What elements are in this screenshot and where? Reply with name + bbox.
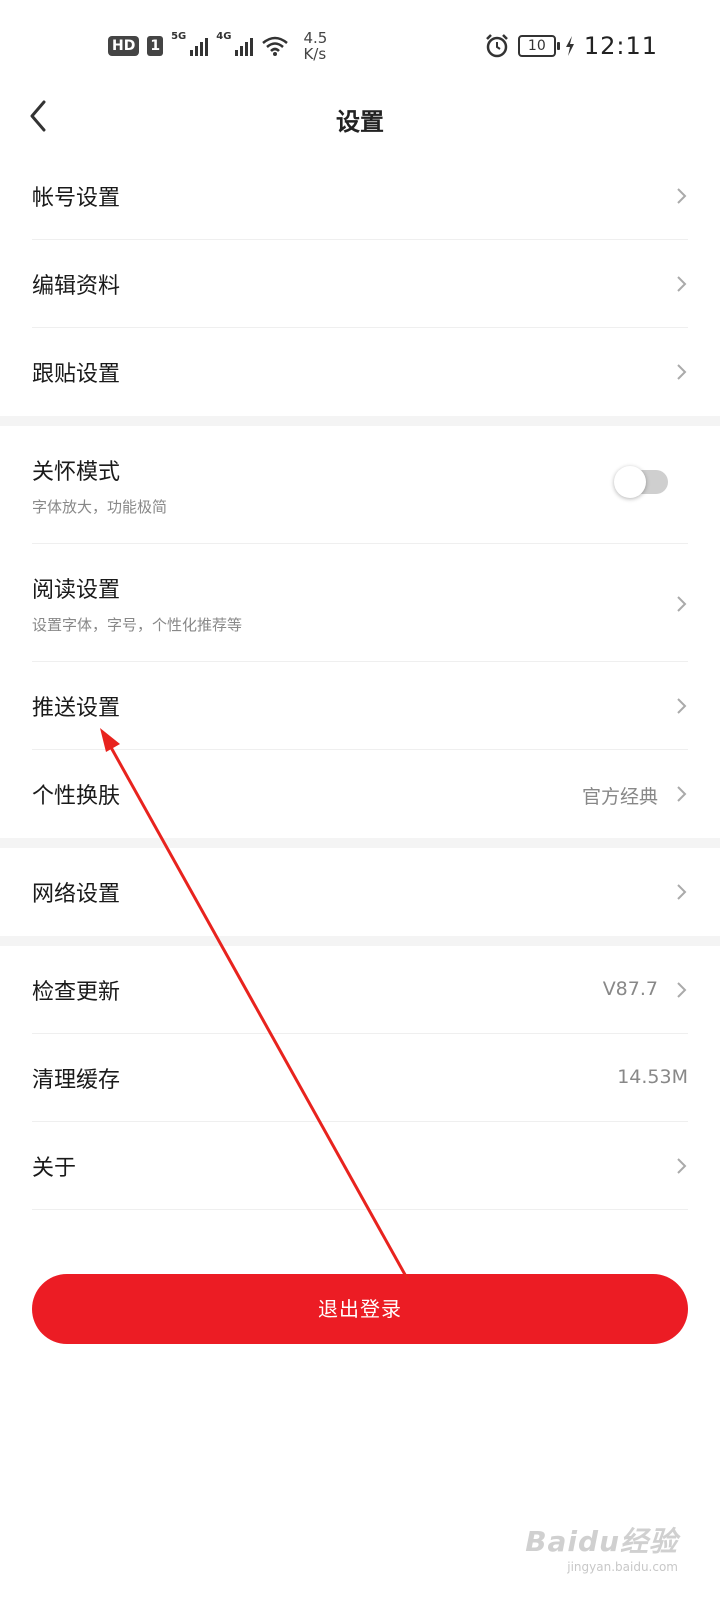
chevron-right-icon [677,884,687,900]
watermark: Baidu经验 jingyan.baidu.com [525,1520,678,1574]
setting-row-label: 清理缓存 [32,1068,121,1093]
cache-size-value: 14.53M [617,1066,688,1088]
setting-row-label: 网络设置 [32,882,121,907]
setting-row-check-update[interactable]: 检查更新 V87.7 [32,946,688,1034]
alarm-icon [485,34,508,58]
clock-time: 12:11 [583,32,658,60]
signal-icon [190,36,209,56]
chevron-right-icon [677,698,687,714]
chevron-right-icon [677,276,687,292]
setting-row-label: 个性换肤 [32,784,121,809]
care-mode-toggle[interactable] [614,466,668,498]
setting-row-subtitle: 设置字体，字号，个性化推荐等 [32,616,243,634]
nav-bar: 设置 [0,90,720,150]
status-bar-right: 10 12:11 [484,30,658,62]
chevron-right-icon [677,364,687,380]
setting-row-label: 跟贴设置 [32,362,121,387]
setting-row-comment[interactable]: 跟贴设置 [32,328,688,416]
setting-row-label: 阅读设置 [32,578,121,603]
setting-row-care-mode: 关怀模式 字体放大，功能极简 [32,426,688,544]
setting-row-value: 官方经典 [581,786,658,808]
setting-row-label: 推送设置 [32,696,121,721]
setting-row-network[interactable]: 网络设置 [32,848,688,936]
setting-row-edit-profile[interactable]: 编辑资料 [32,240,688,328]
logout-button[interactable]: 退出登录 [32,1274,688,1344]
page-title: 设置 [336,108,384,136]
battery-icon: 10 [517,35,560,57]
setting-row-label: 关于 [32,1156,77,1181]
charging-icon [565,36,574,56]
wifi-icon [262,36,289,56]
setting-row-label: 帐号设置 [32,186,121,211]
settings-group-account: 帐号设置 编辑资料 跟贴设置 [0,152,720,416]
network-type-4g: 4G [216,30,232,42]
status-bar-left: HD 1 5G 4G 4.5 K/s [108,26,327,66]
settings-group-network: 网络设置 [0,848,720,936]
chevron-right-icon [677,982,687,998]
setting-row-subtitle: 字体放大，功能极简 [32,498,168,516]
app-version-value: V87.7 [602,978,658,1000]
speed-unit: K/s [303,45,327,63]
chevron-right-icon [677,1158,687,1174]
setting-row-clear-cache[interactable]: 清理缓存 14.53M [32,1034,688,1122]
hd-voice-badge: HD [108,36,140,56]
setting-row-push[interactable]: 推送设置 [32,662,688,750]
section-divider [0,416,720,426]
chevron-right-icon [677,786,687,802]
watermark-url: jingyan.baidu.com [567,1560,678,1574]
network-type-5g: 5G [171,30,187,42]
status-bar: HD 1 5G 4G 4.5 K/s 10 12:11 [0,0,720,90]
section-divider [0,936,720,946]
setting-row-reading[interactable]: 阅读设置 设置字体，字号，个性化推荐等 [32,544,688,662]
section-divider [0,838,720,848]
setting-row-skin[interactable]: 个性换肤 官方经典 [32,750,688,838]
setting-row-account[interactable]: 帐号设置 [32,152,688,240]
setting-row-about[interactable]: 关于 [32,1122,688,1210]
toggle-knob [614,466,646,498]
setting-row-label: 检查更新 [32,980,121,1005]
setting-row-label: 关怀模式 [32,460,121,485]
settings-group-display: 关怀模式 字体放大，功能极简 阅读设置 设置字体，字号，个性化推荐等 推送设置 … [0,426,720,838]
signal-icon [235,36,254,56]
setting-row-label: 编辑资料 [32,274,121,299]
chevron-right-icon [677,596,687,612]
network-speed: 4.5 K/s [303,30,327,62]
sim-badge: 1 [147,36,164,56]
watermark-logo: Baidu经验 [525,1525,678,1558]
chevron-right-icon [677,188,687,204]
settings-group-app: 检查更新 V87.7 清理缓存 14.53M 关于 [0,946,720,1210]
